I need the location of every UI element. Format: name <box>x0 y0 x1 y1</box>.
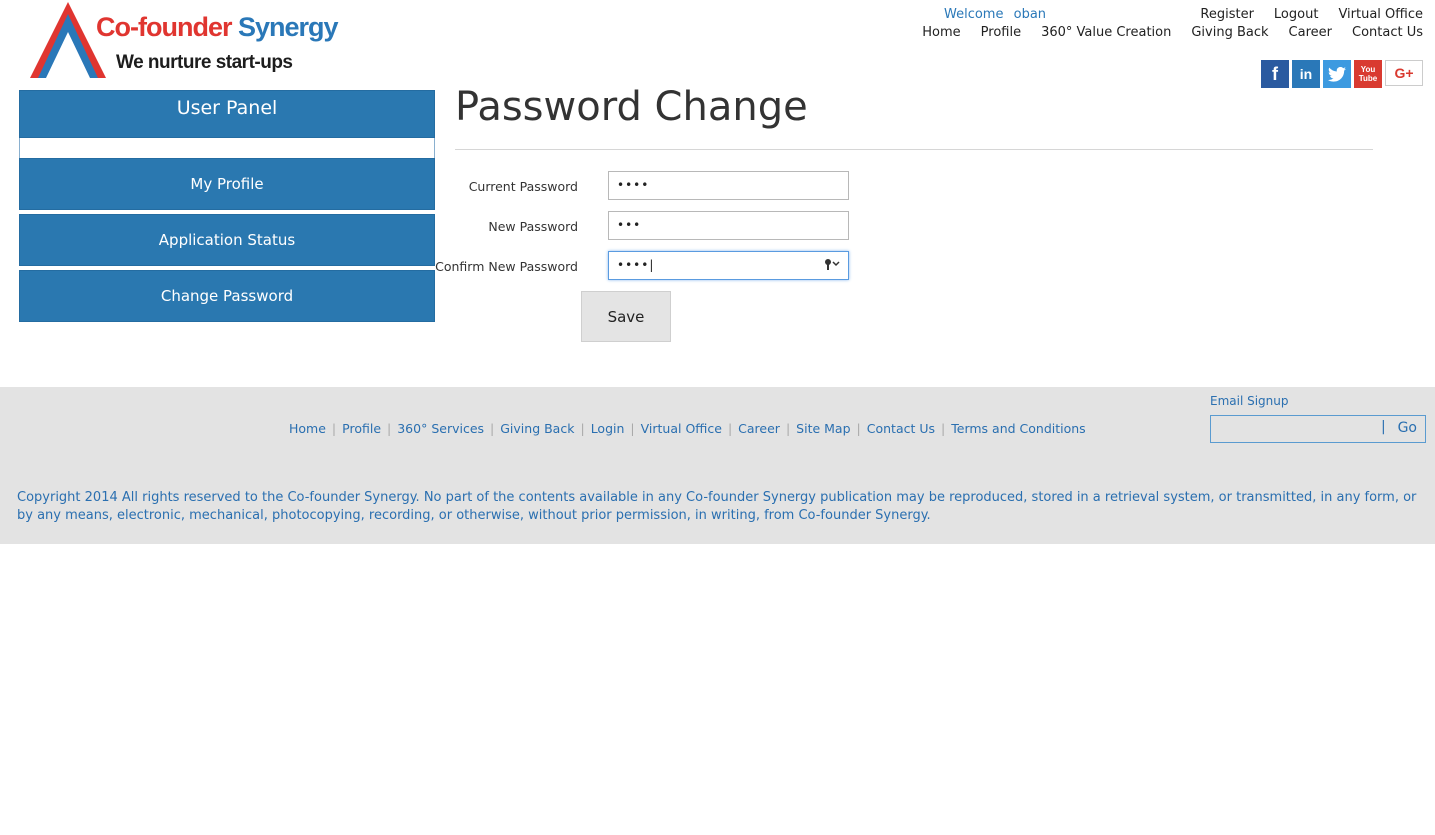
footer-link-virtual-office[interactable]: Virtual Office <box>641 421 722 436</box>
confirm-password-field[interactable]: ••••| <box>608 251 849 280</box>
welcome-message: Welcome oban <box>944 7 1046 22</box>
sidebar-item-change-password[interactable]: Change Password <box>19 270 435 322</box>
footer-link-profile[interactable]: Profile <box>342 421 381 436</box>
current-password-field[interactable]: •••• <box>608 171 849 200</box>
footer-link-giving-back[interactable]: Giving Back <box>500 421 574 436</box>
logo-tagline: We nurture start-ups <box>116 52 293 73</box>
nav-home-link[interactable]: Home <box>922 25 960 40</box>
footer-link-services[interactable]: 360° Services <box>397 421 484 436</box>
nav-value-creation-link[interactable]: 360° Value Creation <box>1041 25 1171 40</box>
footer-link-home[interactable]: Home <box>289 421 326 436</box>
panel-spacer <box>19 138 435 158</box>
nav-contact-link[interactable]: Contact Us <box>1352 25 1423 40</box>
youtube-line1: You <box>1360 65 1376 74</box>
new-password-label: New Password <box>488 219 578 234</box>
footer-link-contact[interactable]: Contact Us <box>867 421 935 436</box>
site-logo[interactable]: Co-founder Synergy We nurture start-ups <box>28 0 339 82</box>
nav-profile-link[interactable]: Profile <box>981 25 1021 40</box>
email-signup-go-button[interactable]: Go <box>1398 420 1417 436</box>
page-title: Password Change <box>455 84 808 130</box>
footer-link-login[interactable]: Login <box>591 421 625 436</box>
welcome-label: Welcome <box>944 7 1004 22</box>
twitter-icon[interactable] <box>1323 60 1351 88</box>
welcome-username[interactable]: oban <box>1014 7 1046 22</box>
linkedin-icon[interactable]: in <box>1292 60 1320 88</box>
nav-career-link[interactable]: Career <box>1289 25 1332 40</box>
nav-register-link[interactable]: Register <box>1200 7 1254 22</box>
email-signup-form: | Go <box>1210 415 1426 443</box>
facebook-icon[interactable]: f <box>1261 60 1289 88</box>
copyright-text: Copyright 2014 All rights reserved to th… <box>17 490 1417 523</box>
new-password-field[interactable]: ••• <box>608 211 849 240</box>
sidebar-item-my-profile[interactable]: My Profile <box>19 158 435 210</box>
nav-logout-link[interactable]: Logout <box>1274 7 1319 22</box>
logo-title: Co-founder Synergy <box>96 12 339 42</box>
confirm-password-label: Confirm New Password <box>435 259 578 274</box>
top-nav-secondary: Register Logout Virtual Office <box>1180 7 1423 22</box>
nav-giving-back-link[interactable]: Giving Back <box>1191 25 1268 40</box>
user-panel-title: User Panel <box>19 90 435 138</box>
youtube-icon[interactable]: You Tube <box>1354 60 1382 88</box>
user-panel-sidebar: User Panel My Profile Application Status… <box>19 90 435 322</box>
site-footer: Home | Profile | 360° Services | Giving Bac… <box>0 387 1435 544</box>
nav-virtual-office-link[interactable]: Virtual Office <box>1338 7 1423 22</box>
email-signup-input[interactable] <box>1211 416 1383 442</box>
password-manager-key-icon[interactable] <box>824 258 840 273</box>
current-password-label: Current Password <box>468 179 578 194</box>
save-button[interactable]: Save <box>581 291 671 342</box>
sidebar-item-application-status[interactable]: Application Status <box>19 214 435 266</box>
footer-link-site-map[interactable]: Site Map <box>796 421 850 436</box>
email-signup-label: Email Signup <box>1210 394 1289 408</box>
google-plus-icon[interactable]: G+ <box>1385 60 1423 86</box>
footer-link-career[interactable]: Career <box>738 421 780 436</box>
footer-link-terms[interactable]: Terms and Conditions <box>951 421 1085 436</box>
youtube-line2: Tube <box>1358 74 1378 83</box>
title-divider <box>455 149 1373 150</box>
social-links: f in You Tube G+ <box>1261 60 1423 88</box>
top-nav-main: Home Profile 360° Value Creation Giving … <box>902 25 1423 40</box>
confirm-password-value: •••• <box>617 258 650 272</box>
footer-nav: Home | Profile | 360° Services | Giving Bac… <box>289 421 1086 436</box>
